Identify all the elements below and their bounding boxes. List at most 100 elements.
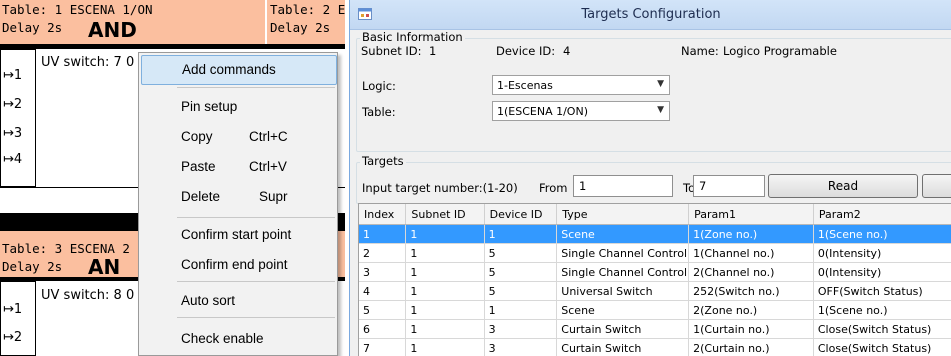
table1-title: Table: 1 ESCENA 1/ON <box>2 2 153 17</box>
cell-param1[interactable]: 2(Zone no.) <box>688 300 814 320</box>
cell-subnet-id[interactable]: 1 <box>405 262 485 282</box>
cell-subnet-id[interactable]: 1 <box>405 319 485 339</box>
cell-param2[interactable]: 0(Intensity) <box>813 262 951 282</box>
menu-item-add-commands[interactable]: Add commands <box>141 55 337 85</box>
menu-item-confirm-start-point[interactable]: Confirm start point <box>139 221 337 249</box>
from-input[interactable]: 1 <box>573 175 673 197</box>
table-row[interactable]: 7 1 3 Curtain Switch 2(Curtain no.) Clos… <box>359 338 951 356</box>
cell-index[interactable]: 2 <box>359 243 407 263</box>
table3-pin-2[interactable]: ↦2 <box>3 330 22 345</box>
title-bar[interactable]: Targets Configuration <box>350 0 951 30</box>
column-header-subnet-id[interactable]: Subnet ID <box>405 204 485 225</box>
cell-device-id[interactable]: 5 <box>484 262 558 282</box>
cell-param1[interactable]: 252(Switch no.) <box>688 281 814 301</box>
cell-param1[interactable]: 1(Zone no.) <box>688 224 814 244</box>
cell-device-id[interactable]: 5 <box>484 281 558 301</box>
menu-item-shortcut: Ctrl+C <box>249 129 288 144</box>
cell-type[interactable]: Single Channel Control <box>556 262 690 282</box>
chevron-down-icon: ▼ <box>657 105 664 115</box>
table-row[interactable]: 6 1 3 Curtain Switch 1(Curtain no.) Clos… <box>359 319 951 339</box>
menu-item-check-enable[interactable]: Check enable <box>139 325 337 353</box>
cell-index[interactable]: 1 <box>359 224 407 244</box>
logic-editor-canvas[interactable]: Table: 1 ESCENA 1/ON Delay 2s AND Table:… <box>0 0 345 356</box>
menu-item-pin-setup[interactable]: Pin setup <box>139 93 337 121</box>
menu-item-label: Check enable <box>181 331 264 346</box>
menu-item-auto-sort[interactable]: Auto sort <box>139 287 337 315</box>
column-header-param2[interactable]: Param2 <box>813 204 951 225</box>
from-input-value: 1 <box>579 179 587 193</box>
to-input[interactable]: 7 <box>693 175 765 197</box>
cell-param1[interactable]: 1(Channel no.) <box>688 243 814 263</box>
subnet-id-value: 1 <box>429 44 437 58</box>
menu-item-label: Confirm end point <box>181 257 288 272</box>
menu-separator <box>177 281 335 282</box>
cell-subnet-id[interactable]: 1 <box>405 338 485 356</box>
cell-param2[interactable]: Close(Switch Status) <box>813 338 951 356</box>
targets-grid[interactable]: Index Subnet ID Device ID Type Param1 Pa… <box>358 203 951 356</box>
table-label: Table: <box>362 105 396 119</box>
menu-item-confirm-end-point[interactable]: Confirm end point <box>139 251 337 279</box>
column-header-param1[interactable]: Param1 <box>688 204 814 225</box>
cell-device-id[interactable]: 3 <box>484 319 558 339</box>
cell-param2[interactable]: 0(Intensity) <box>813 243 951 263</box>
column-header-type[interactable]: Type <box>556 204 690 225</box>
cell-index[interactable]: 3 <box>359 262 407 282</box>
cell-type[interactable]: Curtain Switch <box>556 319 690 339</box>
read-button[interactable]: Read <box>768 174 918 198</box>
table-row[interactable]: 3 1 5 Single Channel Control 2(Channel n… <box>359 262 951 282</box>
cell-type[interactable]: Scene <box>556 300 690 320</box>
table1-command-area[interactable]: UV switch: 7 0 <box>36 49 146 187</box>
logic-select[interactable]: 1-Escenas ▼ <box>492 75 670 95</box>
cell-type[interactable]: Single Channel Control <box>556 243 690 263</box>
cell-type[interactable]: Curtain Switch <box>556 338 690 356</box>
cell-device-id[interactable]: 3 <box>484 338 558 356</box>
column-header-index[interactable]: Index <box>359 204 407 225</box>
cell-index[interactable]: 6 <box>359 319 407 339</box>
cell-index[interactable]: 4 <box>359 281 407 301</box>
menu-item-paste[interactable]: Paste Ctrl+V <box>139 153 337 181</box>
table2-header[interactable]: Table: 2 ES Delay 2s <box>267 0 345 44</box>
table1-pin-2[interactable]: ↦2 <box>3 97 22 112</box>
table1-header[interactable]: Table: 1 ESCENA 1/ON Delay 2s AND <box>0 0 265 44</box>
device-id-label: Device ID: <box>496 44 556 58</box>
menu-item-label: Delete <box>181 189 221 204</box>
cell-param1[interactable]: 2(Channel no.) <box>688 262 814 282</box>
table3-pin-1[interactable]: ↦1 <box>3 302 22 317</box>
cell-index[interactable]: 5 <box>359 300 407 320</box>
table3-operator: AN <box>88 255 121 279</box>
targets-group-label: Targets <box>360 154 406 168</box>
cell-device-id[interactable]: 5 <box>484 243 558 263</box>
cell-type[interactable]: Scene <box>556 224 690 244</box>
logic-select-value: 1-Escenas <box>497 79 553 92</box>
cell-subnet-id[interactable]: 1 <box>405 224 485 244</box>
cell-subnet-id[interactable]: 1 <box>405 300 485 320</box>
cell-device-id[interactable]: 1 <box>484 300 558 320</box>
table-row[interactable]: 1 1 1 Scene 1(Zone no.) 1(Scene no.) <box>359 224 951 244</box>
menu-item-delete[interactable]: Delete Supr <box>139 183 337 211</box>
cell-param1[interactable]: 2(Curtain no.) <box>688 338 814 356</box>
table-row[interactable]: 4 1 5 Universal Switch 252(Switch no.) O… <box>359 281 951 301</box>
menu-item-copy[interactable]: Copy Ctrl+C <box>139 123 337 151</box>
from-label: From <box>539 181 568 195</box>
cell-param1[interactable]: 1(Curtain no.) <box>688 319 814 339</box>
cell-param2[interactable]: 1(Scene no.) <box>813 300 951 320</box>
column-header-device-id[interactable]: Device ID <box>484 204 558 225</box>
table-row[interactable]: 2 1 5 Single Channel Control 1(Channel n… <box>359 243 951 263</box>
table1-pin-1[interactable]: ↦1 <box>3 68 22 83</box>
table1-pin-4[interactable]: ↦4 <box>3 152 22 167</box>
cell-subnet-id[interactable]: 1 <box>405 281 485 301</box>
table-select[interactable]: 1(ESCENA 1/ON) ▼ <box>492 101 670 121</box>
cell-param2[interactable]: Close(Switch Status) <box>813 319 951 339</box>
table-row[interactable]: 5 1 1 Scene 2(Zone no.) 1(Scene no.) <box>359 300 951 320</box>
cell-index[interactable]: 7 <box>359 338 407 356</box>
cell-type[interactable]: Universal Switch <box>556 281 690 301</box>
basic-info-group <box>356 38 951 152</box>
cell-subnet-id[interactable]: 1 <box>405 243 485 263</box>
table1-pin-3[interactable]: ↦3 <box>3 126 22 141</box>
cell-param2[interactable]: OFF(Switch Status) <box>813 281 951 301</box>
menu-separator <box>177 217 335 218</box>
cell-device-id[interactable]: 1 <box>484 224 558 244</box>
write-button[interactable] <box>922 174 951 198</box>
context-menu: Add commands Pin setup Copy Ctrl+C Paste… <box>138 52 338 356</box>
cell-param2[interactable]: 1(Scene no.) <box>813 224 951 244</box>
